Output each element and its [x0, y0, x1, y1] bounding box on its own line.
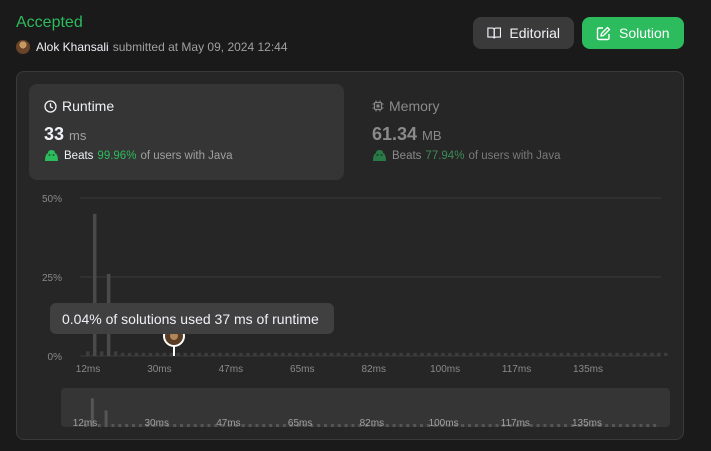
distribution-bar	[134, 352, 139, 356]
distribution-bar	[413, 352, 417, 356]
distribution-bar	[392, 352, 396, 356]
distribution-bar	[308, 352, 313, 356]
distribution-bar	[510, 352, 515, 356]
distribution-bar	[455, 352, 459, 356]
distribution-bar	[531, 352, 536, 356]
distribution-bar	[99, 351, 104, 356]
distribution-bar	[517, 352, 522, 356]
distribution-bar	[594, 352, 598, 356]
distribution-bar	[406, 352, 410, 356]
distribution-bar	[155, 352, 160, 356]
distribution-bar	[364, 352, 369, 356]
distribution-bar	[225, 352, 229, 356]
distribution-bar	[427, 352, 431, 356]
distribution-bar	[587, 352, 591, 356]
distribution-bar	[434, 352, 438, 356]
distribution-bar	[162, 352, 167, 356]
distribution-bar	[141, 352, 146, 356]
distribution-bar	[281, 352, 285, 356]
distribution-bar	[482, 352, 487, 356]
distribution-bar	[218, 352, 222, 356]
distribution-bar	[538, 352, 543, 356]
distribution-bar	[274, 352, 278, 356]
distribution-bar	[127, 352, 132, 356]
x-tick-label: 117ms	[502, 364, 531, 375]
y-tick-label: 50%	[42, 194, 62, 205]
distribution-bar	[343, 352, 348, 356]
distribution-bar	[204, 352, 208, 356]
distribution-bar	[120, 352, 125, 356]
distribution-bar	[169, 352, 174, 356]
distribution-bar	[190, 352, 194, 356]
distribution-bar	[371, 352, 376, 356]
distribution-bar	[615, 352, 619, 356]
distribution-bar	[294, 352, 299, 356]
distribution-bar	[657, 352, 661, 356]
distribution-bar	[580, 352, 584, 356]
distribution-bar	[489, 352, 494, 356]
distribution-bar	[559, 352, 564, 356]
submission-result-panel: Accepted Alok Khansali submitted at May …	[0, 0, 711, 451]
distribution-bar	[336, 352, 341, 356]
distribution-bar	[301, 352, 306, 356]
distribution-bar	[183, 352, 187, 356]
chart-tooltip: 0.04% of solutions used 37 ms of runtime	[50, 303, 334, 334]
distribution-bar	[650, 352, 654, 356]
distribution-bar	[86, 351, 90, 356]
runtime-distribution-chart[interactable]: 50% 25% 0% 12ms 30ms 47ms 65ms 82ms 100ms 117ms 13…	[0, 0, 711, 451]
distribution-bar	[92, 213, 97, 356]
distribution-bar	[476, 352, 480, 356]
distribution-bar	[545, 352, 550, 356]
x-tick-label: 47ms	[219, 364, 243, 375]
distribution-bar	[357, 352, 362, 356]
distribution-bar	[469, 352, 473, 356]
distribution-bar	[246, 352, 250, 356]
distribution-bar	[496, 352, 501, 356]
x-tick-label: 135ms	[573, 364, 603, 375]
distribution-bar	[503, 352, 508, 356]
distribution-bar	[350, 352, 355, 356]
x-tick-label: 12ms	[76, 364, 100, 375]
distribution-bar	[211, 352, 215, 356]
y-tick-label: 0%	[48, 352, 63, 363]
distribution-bar	[176, 352, 181, 356]
distribution-bar	[197, 352, 201, 356]
distribution-bar	[287, 352, 292, 356]
distribution-bar	[629, 352, 633, 356]
distribution-bar	[232, 352, 236, 356]
distribution-bar	[378, 352, 382, 356]
distribution-bar	[462, 352, 466, 356]
distribution-bar	[329, 352, 334, 356]
distribution-bar	[322, 352, 327, 356]
distribution-bar	[399, 352, 403, 356]
distribution-bar	[448, 352, 452, 356]
distribution-bar	[622, 352, 626, 356]
distribution-bar	[385, 352, 389, 356]
distribution-bar	[566, 352, 571, 356]
distribution-bar	[113, 351, 118, 356]
distribution-bar	[608, 352, 612, 356]
distribution-bar	[267, 352, 271, 356]
x-tick-label: 82ms	[361, 364, 385, 375]
distribution-bar	[420, 352, 424, 356]
distribution-bar	[253, 352, 257, 356]
distribution-bar	[148, 352, 153, 356]
distribution-bar	[260, 352, 264, 356]
distribution-bar	[643, 352, 647, 356]
distribution-bar	[315, 352, 320, 356]
y-tick-label: 25%	[42, 273, 62, 284]
distribution-bar	[573, 352, 577, 356]
distribution-bar	[524, 352, 529, 356]
distribution-bar	[664, 352, 668, 356]
x-tick-label: 30ms	[147, 364, 171, 375]
x-tick-label: 65ms	[290, 364, 314, 375]
distribution-bar	[239, 352, 243, 356]
x-tick-label: 100ms	[430, 364, 460, 375]
distribution-bar	[441, 352, 445, 356]
distribution-bar	[552, 352, 557, 356]
distribution-bar	[636, 352, 640, 356]
distribution-bar	[601, 352, 605, 356]
